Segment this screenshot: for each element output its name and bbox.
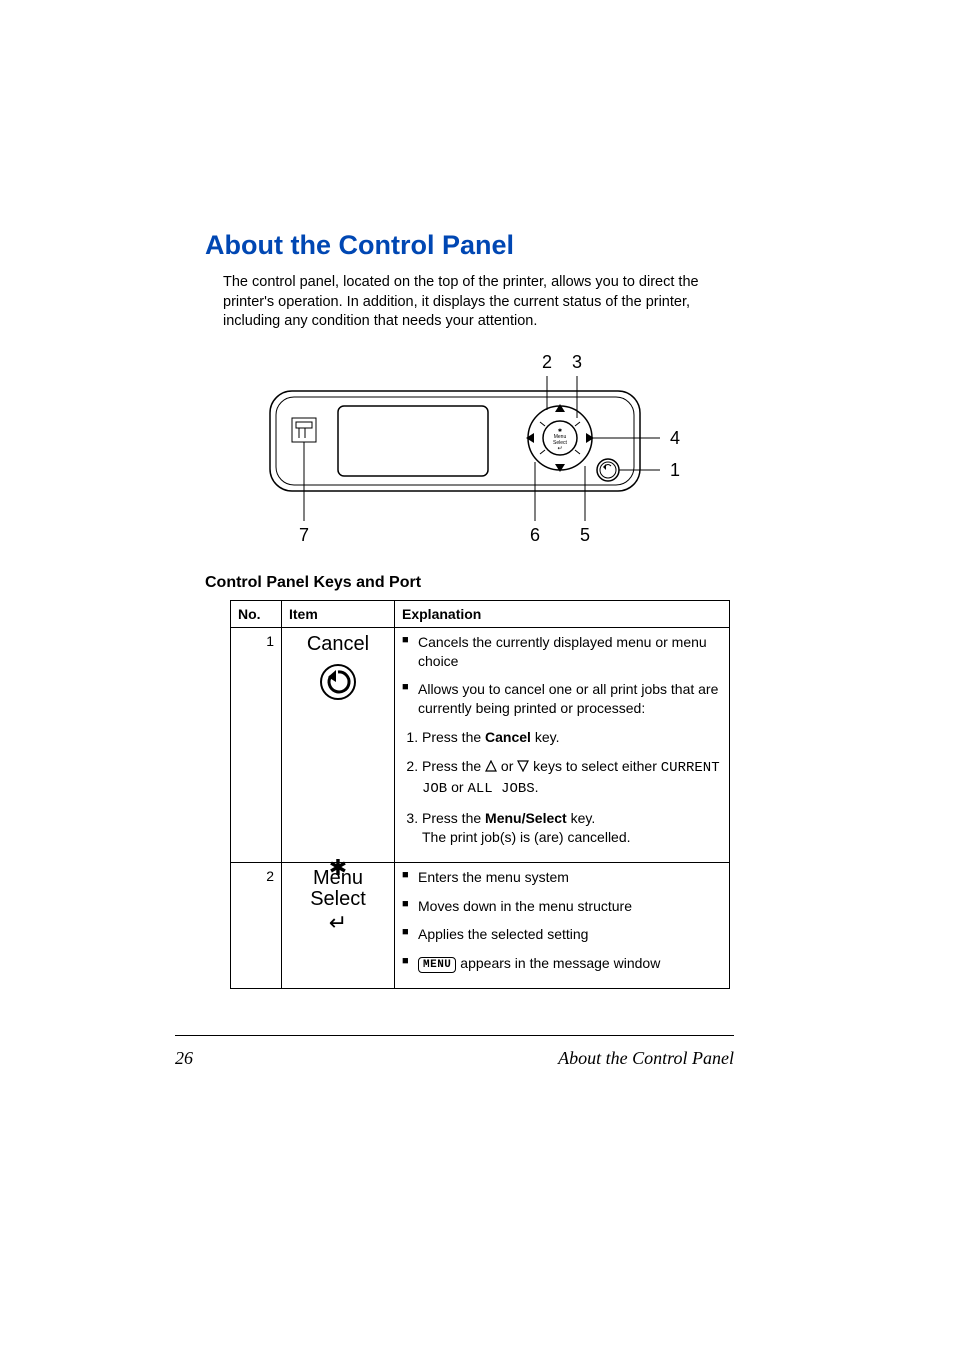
subheading: Control Panel Keys and Port	[205, 574, 734, 592]
exp-bullet: Applies the selected setting	[402, 925, 722, 944]
page-number: 26	[175, 1048, 193, 1069]
th-no: No.	[231, 600, 282, 627]
page-footer: 26 About the Control Panel	[175, 1048, 734, 1069]
up-triangle-icon	[485, 758, 497, 777]
svg-text:6: 6	[529, 525, 539, 545]
svg-text:3: 3	[571, 352, 581, 372]
exp-bullet: Allows you to cancel one or all print jo…	[402, 680, 722, 718]
table-row: 2 ✱ Menu Select ↵ Enters the menu system…	[231, 862, 730, 989]
footer-rule	[175, 1035, 734, 1036]
enter-arrow-icon: ↵	[289, 910, 387, 936]
exp-bullet: Cancels the currently displayed menu or …	[402, 633, 722, 671]
th-item: Item	[282, 600, 395, 627]
row1-explanation: Cancels the currently displayed menu or …	[395, 627, 730, 862]
diagram-svg: ✱ Menu Select ↵ 2 3 4	[250, 346, 690, 556]
svg-text:↵: ↵	[557, 446, 562, 452]
page-heading: About the Control Panel	[205, 230, 734, 261]
footer-title: About the Control Panel	[558, 1048, 734, 1069]
svg-text:4: 4	[669, 428, 679, 448]
intro-paragraph: The control panel, located on the top of…	[223, 273, 734, 332]
svg-text:5: 5	[579, 525, 589, 545]
cancel-label: Cancel	[289, 633, 387, 656]
control-panel-diagram: ✱ Menu Select ↵ 2 3 4	[205, 346, 734, 556]
row2-item: ✱ Menu Select ↵	[282, 862, 395, 989]
table-row: 1 Cancel Cancels the currently displayed…	[231, 627, 730, 862]
exp-step: Press the Menu/Select key.The print job(…	[422, 809, 722, 847]
row2-explanation: Enters the menu system Moves down in the…	[395, 862, 730, 989]
exp-bullet: Moves down in the menu structure	[402, 897, 722, 916]
keys-table: No. Item Explanation 1 Cancel	[230, 600, 730, 990]
menu-chip-icon: MENU	[418, 957, 456, 973]
select-label: Select	[289, 889, 387, 910]
down-triangle-icon	[517, 758, 529, 777]
exp-step: Press the or keys to select either CUR­R…	[422, 757, 722, 799]
cancel-icon	[289, 662, 387, 705]
svg-text:7: 7	[298, 525, 308, 545]
row2-no: 2	[231, 862, 282, 989]
exp-bullet: MENU appears in the message window	[402, 954, 722, 973]
svg-text:2: 2	[541, 352, 551, 372]
svg-text:1: 1	[669, 460, 679, 480]
row1-no: 1	[231, 627, 282, 862]
row1-item: Cancel	[282, 627, 395, 862]
exp-bullet: Enters the menu system	[402, 868, 722, 887]
exp-step: Press the Cancel key.	[422, 728, 722, 747]
th-explanation: Explanation	[395, 600, 730, 627]
menu-label: Menu	[289, 868, 387, 889]
